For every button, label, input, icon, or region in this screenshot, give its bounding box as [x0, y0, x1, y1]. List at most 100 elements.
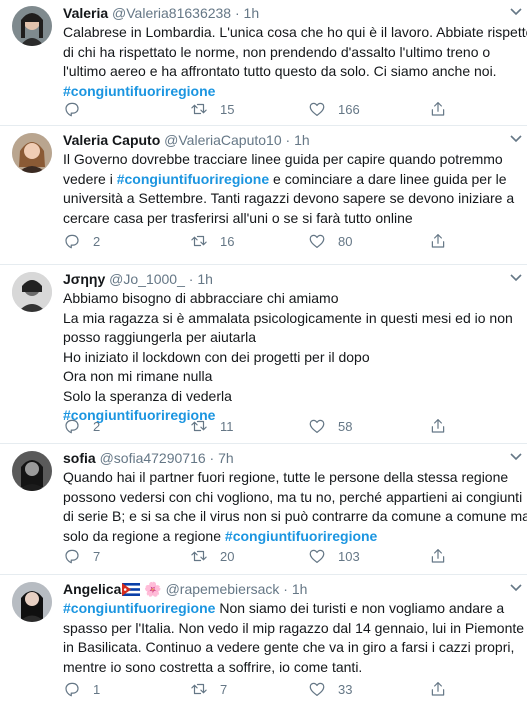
tweet-header: Valeria @Valeria81636238 · 1h	[63, 4, 519, 23]
retweet-button[interactable]: 11	[190, 416, 234, 436]
tweet-text-segment: La mia ragazza si è ammalata psicologica…	[63, 309, 513, 326]
share-button[interactable]	[429, 231, 459, 251]
hashtag-link[interactable]: #congiuntifuoriregione	[63, 600, 215, 616]
like-count: 58	[338, 418, 353, 434]
tweet-text-segment: e cominciare a dare linee guida per le	[269, 170, 507, 187]
user-handle[interactable]: @ValeriaCaputo10	[164, 132, 281, 148]
tweet-text: Quando hai il partner fuori regione, tut…	[63, 468, 527, 546]
avatar[interactable]	[12, 582, 52, 622]
reply-button[interactable]: 2	[63, 416, 100, 436]
reply-count: 7	[93, 548, 101, 564]
tweet-text-line: l'ultimo aereo e ha affrontato tutto que…	[63, 62, 519, 82]
like-count: 166	[338, 101, 360, 117]
retweet-icon	[191, 420, 207, 432]
share-button[interactable]	[429, 99, 459, 119]
tweet-text-line: in Basilicata. Continuo a vedere gente c…	[63, 638, 519, 658]
share-button[interactable]	[429, 546, 459, 566]
avatar[interactable]	[12, 451, 52, 491]
user-handle[interactable]: @rapemebiersack	[166, 581, 280, 597]
share-button[interactable]	[429, 679, 459, 699]
display-name[interactable]: Valeria	[63, 5, 108, 21]
display-name[interactable]: Angelica	[63, 581, 121, 597]
tweet-text-segment: posso raggiungerla per aiutarla	[63, 329, 257, 345]
display-name[interactable]: sofia	[63, 450, 96, 466]
retweet-count: 16	[220, 233, 235, 249]
avatar[interactable]	[12, 272, 52, 312]
retweet-button[interactable]: 15	[190, 99, 234, 119]
tweet-text-segment: l'ultimo aereo e ha affrontato tutto que…	[63, 63, 497, 79]
user-handle[interactable]: @Jo_1000_	[109, 271, 185, 287]
tweet-text-line: di chi ha rispettato le norme, non prend…	[63, 43, 519, 63]
tweet-actions: 2 11 58	[63, 416, 463, 436]
tweet-text-segment: solo da regione a regione	[63, 527, 225, 544]
retweet-count: 20	[220, 548, 235, 564]
tweet[interactable]: Valeria Caputo @ValeriaCaputo10 · 1h Il …	[0, 127, 527, 265]
chevron-down-icon[interactable]	[509, 451, 523, 461]
tweet-header: Angelica 🌸 @rapemebiersack · 1h	[63, 580, 519, 599]
heart-icon	[309, 234, 325, 248]
reply-icon	[65, 549, 79, 564]
like-button[interactable]: 58	[308, 416, 352, 436]
reply-count: 2	[93, 233, 101, 249]
like-button[interactable]: 103	[308, 546, 360, 566]
hashtag-link[interactable]: #congiuntifuoriregione	[117, 171, 269, 187]
share-button[interactable]	[429, 416, 459, 436]
tweet-body: sofia @sofia47290716 · 7h Quando hai il …	[63, 445, 527, 546]
hashtag-link[interactable]: #congiuntifuoriregione	[63, 83, 215, 99]
tweet-header: Јσηηу @Jo_1000_ · 1h	[63, 270, 519, 289]
like-button[interactable]: 166	[308, 99, 360, 119]
reply-button[interactable]	[63, 99, 93, 119]
avatar[interactable]	[12, 6, 52, 46]
chevron-down-icon[interactable]	[509, 6, 523, 16]
retweet-button[interactable]: 16	[190, 231, 234, 251]
hashtag-link[interactable]: #congiuntifuoriregione	[225, 528, 377, 544]
reply-button[interactable]: 1	[63, 679, 100, 699]
display-name[interactable]: Valeria Caputo	[63, 132, 160, 148]
tweet-text-segment: in Basilicata. Continuo a vedere gente c…	[63, 639, 515, 655]
reply-icon	[65, 102, 79, 117]
like-count: 80	[338, 233, 353, 249]
user-handle[interactable]: @Valeria81636238	[112, 5, 231, 21]
tweet-text: #congiuntifuoriregione Non siamo dei tur…	[63, 599, 527, 677]
avatar-image	[12, 133, 52, 173]
tweet-text-line: posso raggiungerla per aiutarla	[63, 328, 519, 348]
tweet[interactable]: Angelica 🌸 @rapemebiersack · 1h #congiun…	[0, 576, 527, 703]
tweet-actions: 7 20 103	[63, 546, 463, 566]
avatar[interactable]	[12, 133, 52, 173]
chevron-down-icon[interactable]	[509, 133, 523, 143]
timestamp[interactable]: 1h	[294, 132, 310, 148]
chevron-down-icon[interactable]	[509, 272, 523, 282]
tweet[interactable]: Јσηηу @Jo_1000_ · 1h Abbiamo bisogno di …	[0, 266, 527, 444]
reply-count: 1	[93, 681, 101, 697]
separator-dot: ·	[234, 5, 240, 21]
user-handle[interactable]: @sofia47290716	[100, 450, 206, 466]
retweet-button[interactable]: 7	[190, 679, 227, 699]
tweet-body: Јσηηу @Jo_1000_ · 1h Abbiamo bisogno di …	[63, 266, 519, 426]
tweet-text-line: cercare casa per trasferirsi all'uni o s…	[63, 209, 519, 229]
reply-button[interactable]: 7	[63, 546, 100, 566]
tweet[interactable]: sofia @sofia47290716 · 7h Quando hai il …	[0, 445, 527, 575]
tweet-text-line: possono vedersi con chi vogliono, ma tu …	[63, 488, 522, 508]
display-name[interactable]: Јσηηу	[63, 271, 105, 287]
timestamp[interactable]: 7h	[218, 450, 234, 466]
retweet-icon	[191, 103, 207, 115]
tweet-text-line: #congiuntifuoriregione Non siamo dei tur…	[63, 599, 519, 619]
chevron-down-icon[interactable]	[509, 582, 523, 592]
reply-button[interactable]: 2	[63, 231, 100, 251]
timestamp[interactable]: 1h	[244, 5, 260, 21]
tweet[interactable]: Valeria @Valeria81636238 · 1h Calabrese …	[0, 0, 527, 126]
tweet-text: Il Governo dovrebbe tracciare linee guid…	[63, 150, 519, 228]
tweet-text-line: Abbiamo bisogno di abbracciare chi amiam…	[63, 289, 519, 309]
tweet-header: sofia @sofia47290716 · 7h	[63, 449, 519, 468]
like-button[interactable]: 33	[308, 679, 352, 699]
retweet-button[interactable]: 20	[190, 546, 234, 566]
avatar-image	[12, 582, 52, 622]
retweet-icon	[191, 683, 207, 695]
like-button[interactable]: 80	[308, 231, 352, 251]
timestamp[interactable]: 1h	[197, 271, 213, 287]
separator-dot: ·	[283, 581, 288, 597]
avatar-image	[12, 6, 52, 46]
timestamp[interactable]: 1h	[292, 581, 308, 597]
tweet-actions: 1 7 33	[63, 679, 463, 699]
tweet-actions: 15 166	[63, 99, 463, 119]
